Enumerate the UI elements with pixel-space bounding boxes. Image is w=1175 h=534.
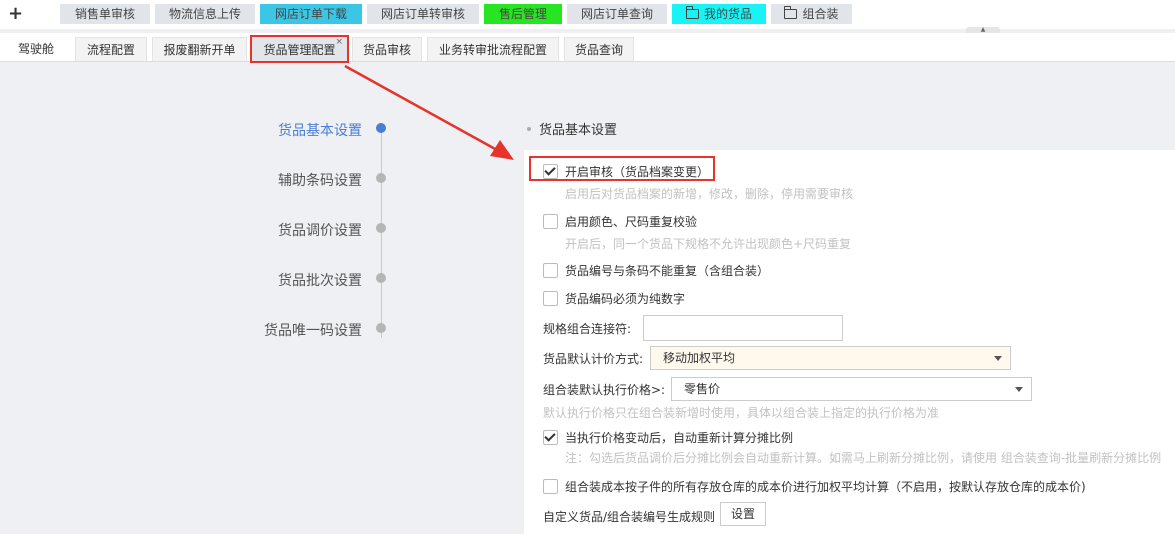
recalc-hint: 注：勾选后货品调价后分摊比例会自动重新计算。如需马上刷新分摊比例，请使用 组合装… (565, 451, 1162, 465)
combo-cost-option[interactable]: 组合装成本按子件的所有存放仓库的成本价进行加权平均计算（不启用，按默认存放仓库的… (543, 478, 1086, 495)
chevron-down-icon (994, 356, 1002, 361)
no-dup-code-option[interactable]: 货品编号与条码不能重复（含组合装） (543, 262, 769, 279)
step-unique-code-settings[interactable]: 货品唯一码设置 (264, 320, 362, 340)
folder-icon (685, 6, 699, 19)
custom-rule-label: 自定义货品/组合装编号生成规则 (543, 510, 716, 524)
spec-connector-input[interactable] (643, 315, 843, 341)
step-dot (376, 323, 386, 333)
quick-toolbar: + 销售单审核 物流信息上传 网店订单下载 网店订单转审核 售后管理 网店订单查… (0, 0, 1175, 29)
quick-shop-order-query-button[interactable]: 网店订单查询 (567, 4, 667, 24)
numeric-code-option[interactable]: 货品编码必须为纯数字 (543, 290, 685, 307)
add-icon[interactable]: + (8, 3, 23, 25)
combo-price-hint: 默认执行价格只在组合装新增时使用，具体以组合装上指定的执行价格为准 (543, 406, 940, 420)
color-size-hint: 开启后，同一个货品下规格不允许出现颜色+尺码重复 (565, 237, 852, 251)
quick-sales-order-audit-button[interactable]: 销售单审核 (60, 4, 150, 24)
tab-process-config[interactable]: 流程配置 (75, 37, 147, 61)
step-line (381, 128, 382, 338)
tab-cockpit[interactable]: 驾驶舱 (5, 37, 67, 61)
step-dot (376, 173, 386, 183)
recalc-option[interactable]: 当执行价格变动后，自动重新计算分摊比例 (543, 429, 793, 446)
combo-price-select[interactable]: 零售价 (671, 377, 1032, 401)
combo-cost-checkbox[interactable] (543, 479, 558, 494)
step-dot-active (376, 123, 386, 133)
tab-business-approval-config[interactable]: 业务转审批流程配置 (427, 37, 559, 61)
quick-my-goods-button[interactable]: 我的货品 (672, 4, 766, 24)
tab-goods-query[interactable]: 货品查询 (564, 37, 634, 61)
tab-goods-audit[interactable]: 货品审核 (352, 37, 422, 61)
pricing-method-select[interactable]: 移动加权平均 (650, 346, 1011, 370)
tab-scrap-refurbish[interactable]: 报废翻新开单 (152, 37, 247, 61)
quick-shop-order-audit-button[interactable]: 网店订单转审核 (367, 4, 479, 24)
step-basic-settings[interactable]: 货品基本设置 (278, 120, 362, 140)
audit-hint: 启用后对货品档案的新增，修改，删除，停用需要审核 (565, 187, 854, 201)
step-dot (376, 223, 386, 233)
quick-combo-button[interactable]: 组合装 (771, 4, 852, 24)
close-icon[interactable]: × (335, 30, 343, 54)
audit-option[interactable]: 开启审核（货品档案变更） (543, 163, 709, 180)
custom-rule-settings-button[interactable]: 设置 (720, 502, 766, 526)
quick-shop-order-download-button[interactable]: 网店订单下载 (260, 4, 362, 24)
numeric-code-checkbox[interactable] (543, 291, 558, 306)
tab-bar: 驾驶舱 流程配置 报废翻新开单 货品管理配置 × 货品审核 业务转审批流程配置 货… (0, 33, 1175, 63)
no-dup-code-checkbox[interactable] (543, 263, 558, 278)
step-dot (376, 273, 386, 283)
section-title: 货品基本设置 (527, 119, 617, 138)
color-size-option[interactable]: 启用颜色、尺码重复校验 (543, 213, 697, 230)
folder-icon (784, 6, 798, 19)
audit-checkbox[interactable] (543, 164, 558, 179)
combo-price-label: 组合装默认执行价格>: (543, 383, 666, 397)
tab-goods-config[interactable]: 货品管理配置 × (250, 35, 349, 63)
settings-panel: 开启审核（货品档案变更） 启用后对货品档案的新增，修改，删除，停用需要审核 启用… (524, 150, 1175, 534)
step-batch-settings[interactable]: 货品批次设置 (278, 270, 362, 290)
pricing-method-label: 货品默认计价方式: (543, 352, 644, 366)
arrow-head (490, 140, 514, 160)
chevron-down-icon (1015, 387, 1023, 392)
quick-logistics-upload-button[interactable]: 物流信息上传 (155, 4, 255, 24)
spec-connector-label: 规格组合连接符: (543, 322, 632, 336)
recalc-checkbox[interactable] (543, 430, 558, 445)
step-barcode-settings[interactable]: 辅助条码设置 (278, 170, 362, 190)
color-size-checkbox[interactable] (543, 214, 558, 229)
quick-after-sales-button[interactable]: 售后管理 (484, 4, 562, 24)
step-price-settings[interactable]: 货品调价设置 (278, 220, 362, 240)
settings-step-nav: 货品基本设置 辅助条码设置 货品调价设置 货品批次设置 货品唯一码设置 (230, 110, 390, 340)
